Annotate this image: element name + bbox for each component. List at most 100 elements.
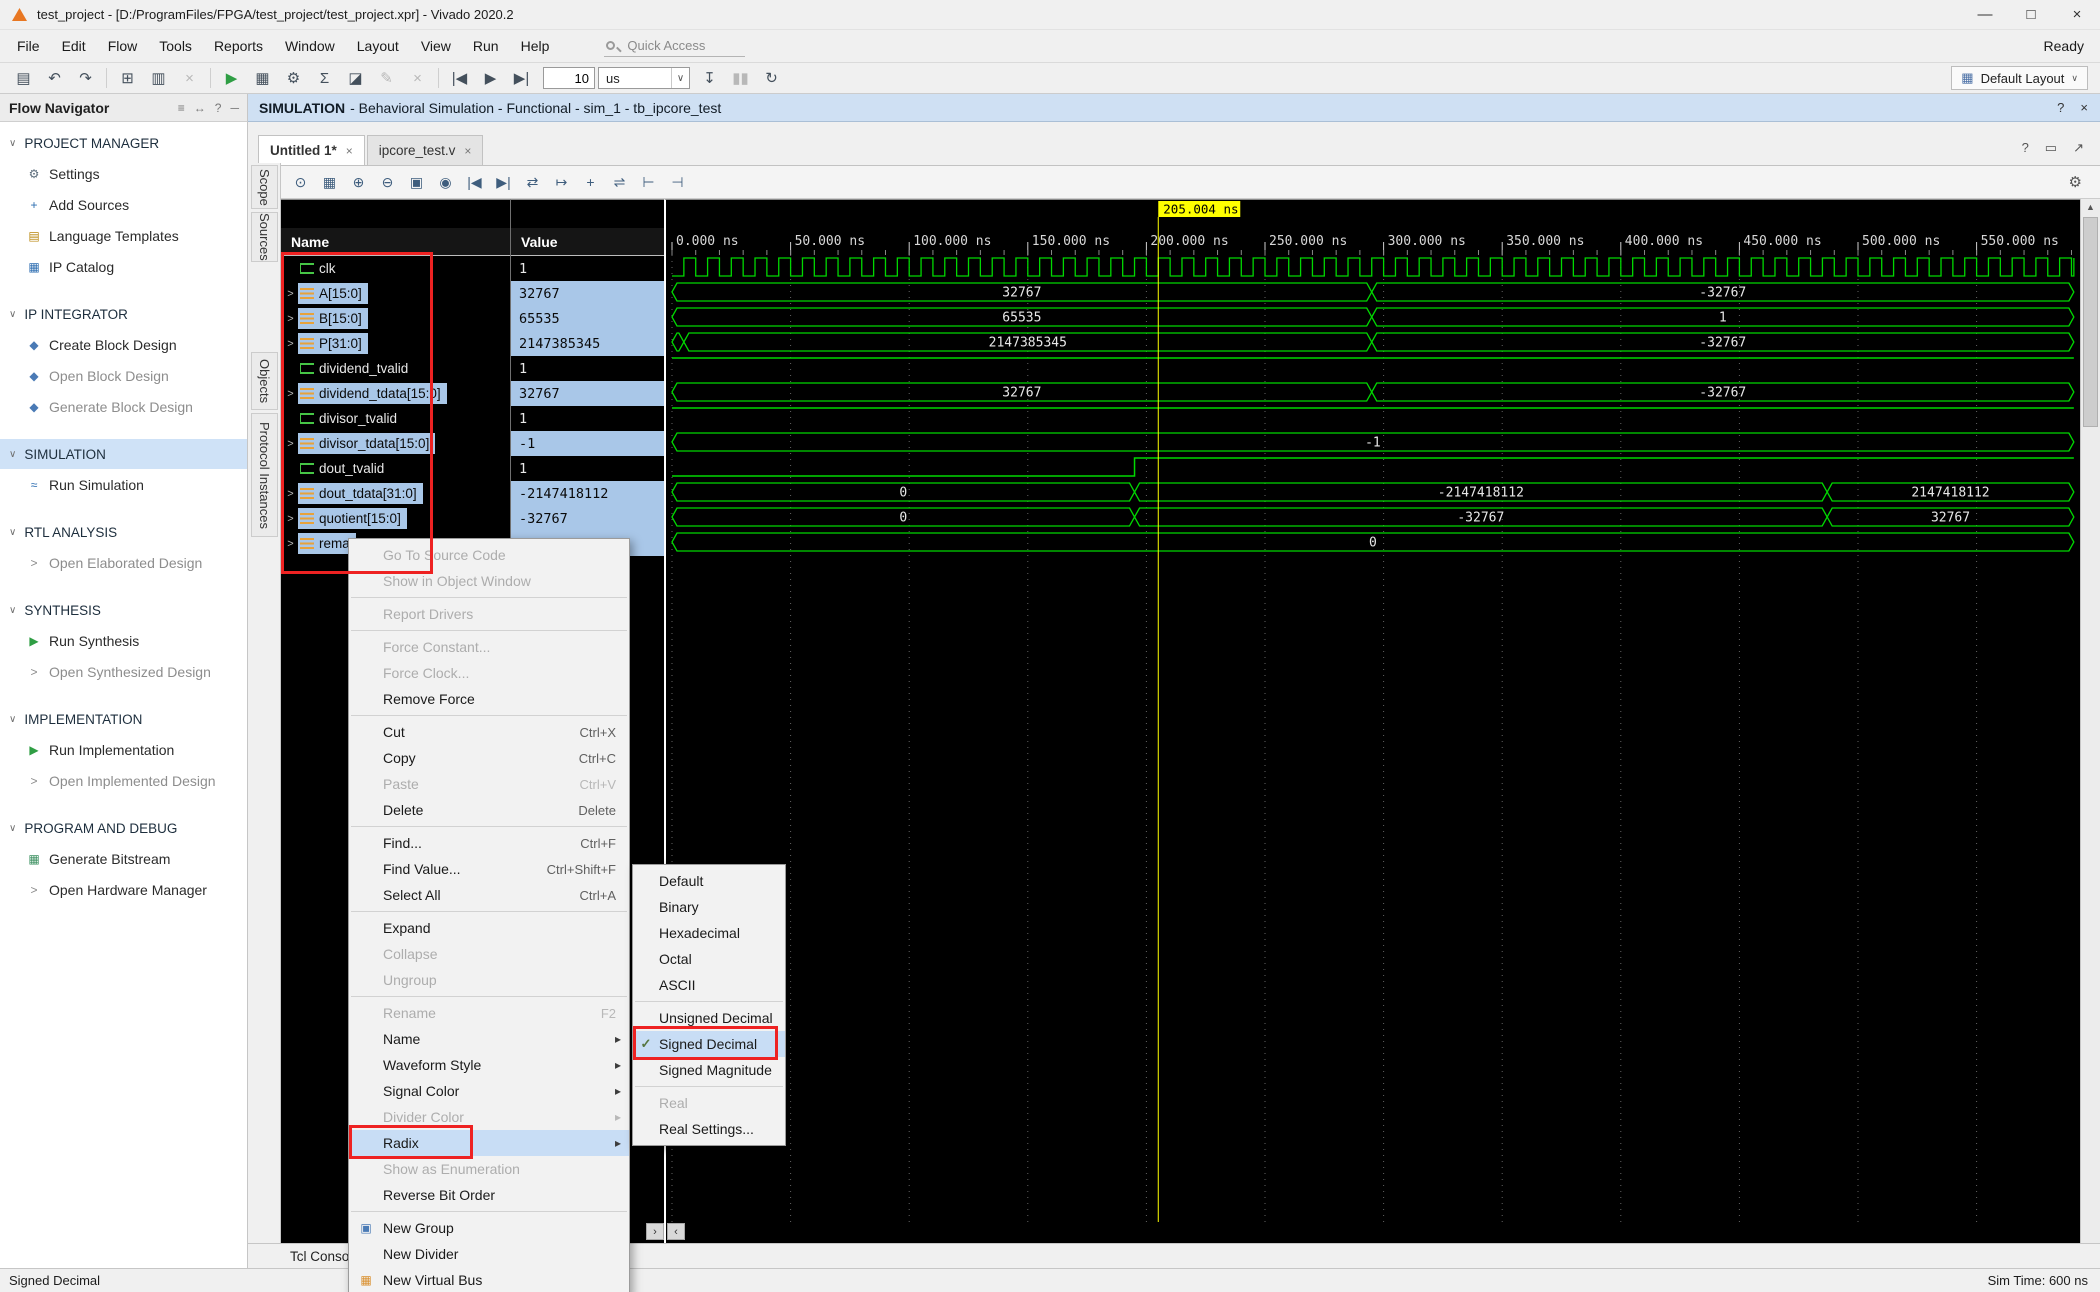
menu-item-default[interactable]: Default (633, 868, 785, 894)
simulation-time-input[interactable] (543, 67, 595, 89)
collapse-icon[interactable]: ∨ (9, 138, 16, 149)
time-unit-select[interactable]: us ∨ (598, 67, 690, 89)
signal-name-cell[interactable]: P[31:0] (298, 333, 368, 354)
menu-flow[interactable]: Flow (97, 34, 149, 58)
swap-cursors-icon[interactable]: ⇄ (518, 170, 547, 194)
menu-item-new-group[interactable]: ▣New Group (349, 1215, 629, 1241)
scroll-right-icon[interactable]: › (646, 1223, 664, 1240)
flow-item-run-implementation[interactable]: ▶Run Implementation (0, 734, 247, 765)
restart-icon[interactable]: |◀ (444, 65, 475, 91)
settings-icon[interactable]: ⚙ (278, 65, 309, 91)
flow-section-rtl-analysis[interactable]: ∨RTL ANALYSIS (0, 517, 247, 547)
menu-item-waveform-style[interactable]: Waveform Style▸ (349, 1052, 629, 1078)
menu-help[interactable]: Help (510, 34, 561, 58)
signal-name-cell[interactable]: dividend_tdata[15:0] (298, 383, 447, 404)
signal-value-quotient-15-0[interactable]: -32767 (511, 506, 664, 531)
layout-windows-icon[interactable]: ▦ (247, 65, 278, 91)
vertical-scrollbar[interactable]: ▲ (2080, 199, 2100, 1243)
menu-file[interactable]: File (6, 34, 51, 58)
signal-value-dividend-tdata-15-0[interactable]: 32767 (511, 381, 664, 406)
flow-section-simulation[interactable]: ∨SIMULATION (0, 439, 247, 469)
waveform-canvas[interactable]: 0.000 ns50.000 ns100.000 ns150.000 ns200… (666, 200, 2080, 1243)
redo-icon[interactable]: ↷ (70, 65, 101, 91)
layout-select[interactable]: ▦ Default Layout ∨ (1951, 66, 2088, 90)
signal-row-clk[interactable]: clk (281, 256, 510, 281)
signal-value-dividend-tvalid[interactable]: 1 (511, 356, 664, 381)
minimize-button[interactable]: — (1962, 0, 2008, 30)
menu-item-hexadecimal[interactable]: Hexadecimal (633, 920, 785, 946)
collapse-icon[interactable]: ∨ (9, 309, 16, 320)
run-for-time-icon[interactable]: ↧ (694, 65, 725, 91)
signal-value-divisor-tvalid[interactable]: 1 (511, 406, 664, 431)
sum-icon[interactable]: Σ (309, 65, 340, 91)
flow-item-add-sources[interactable]: +Add Sources (0, 189, 247, 220)
collapse-icon[interactable]: ∨ (9, 605, 16, 616)
flow-item-language-templates[interactable]: ▤Language Templates (0, 220, 247, 251)
resize-icon[interactable]: ↔ (194, 101, 206, 115)
menu-item-remove-force[interactable]: Remove Force (349, 686, 629, 712)
collapse-icon[interactable]: ∨ (9, 449, 16, 460)
help-icon[interactable]: ? (2057, 100, 2064, 115)
close-button[interactable]: × (2054, 0, 2100, 30)
signal-row-p-31-0[interactable]: >P[31:0] (281, 331, 510, 356)
flow-item-open-hardware-manager[interactable]: >Open Hardware Manager (0, 874, 247, 905)
maximize-icon[interactable]: ↗ (2073, 140, 2084, 156)
signal-value-dout-tvalid[interactable]: 1 (511, 456, 664, 481)
signal-name-cell[interactable]: A[15:0] (298, 283, 368, 304)
flow-section-program-and-debug[interactable]: ∨PROGRAM AND DEBUG (0, 813, 247, 843)
menu-item-binary[interactable]: Binary (633, 894, 785, 920)
signal-row-a-15-0[interactable]: >A[15:0] (281, 281, 510, 306)
undo-icon[interactable]: ↶ (39, 65, 70, 91)
swap-markers-icon[interactable]: ⇌ (605, 170, 634, 194)
next-transition-icon[interactable]: ▶| (489, 170, 518, 194)
menu-item-cut[interactable]: CutCtrl+X (349, 719, 629, 745)
expand-icon[interactable]: > (283, 338, 298, 350)
flow-item-open-block-design[interactable]: ◆Open Block Design (0, 360, 247, 391)
signal-row-b-15-0[interactable]: >B[15:0] (281, 306, 510, 331)
signal-value-divisor-tdata-15-0[interactable]: -1 (511, 431, 664, 456)
flow-section-synthesis[interactable]: ∨SYNTHESIS (0, 595, 247, 625)
dock-window-icon[interactable]: ⊣ (663, 170, 692, 194)
menu-item-find[interactable]: Find...Ctrl+F (349, 830, 629, 856)
signal-value-b-15-0[interactable]: 65535 (511, 306, 664, 331)
expand-icon[interactable]: > (283, 438, 298, 450)
menu-item-signal-color[interactable]: Signal Color▸ (349, 1078, 629, 1104)
flow-item-run-simulation[interactable]: ≈Run Simulation (0, 469, 247, 500)
close-icon[interactable]: × (464, 144, 471, 158)
expand-icon[interactable]: > (283, 388, 298, 400)
zoom-in-icon[interactable]: ⊕ (344, 170, 373, 194)
collapse-icon[interactable]: ∨ (9, 527, 16, 538)
menu-item-name[interactable]: Name▸ (349, 1026, 629, 1052)
scroll-left-icon[interactable]: ‹ (667, 1223, 685, 1240)
flow-item-open-elaborated-design[interactable]: >Open Elaborated Design (0, 547, 247, 578)
menu-item-signed-decimal[interactable]: ✓Signed Decimal (633, 1031, 785, 1057)
menu-item-real-settings[interactable]: Real Settings... (633, 1116, 785, 1142)
menu-layout[interactable]: Layout (346, 34, 410, 58)
flow-section-implementation[interactable]: ∨IMPLEMENTATION (0, 704, 247, 734)
signal-name-cell[interactable]: dividend_tvalid (298, 358, 414, 379)
menu-item-unsigned-decimal[interactable]: Unsigned Decimal (633, 1005, 785, 1031)
new-window-icon[interactable]: ▤ (8, 65, 39, 91)
side-tab-scope[interactable]: Scope (251, 165, 278, 209)
tab-ipcore-test-v[interactable]: ipcore_test.v× (367, 135, 484, 165)
paste-icon[interactable]: ▥ (143, 65, 174, 91)
menu-item-octal[interactable]: Octal (633, 946, 785, 972)
menu-run[interactable]: Run (462, 34, 510, 58)
float-icon[interactable]: ▭ (2045, 140, 2057, 156)
copy-icon[interactable]: ⊞ (112, 65, 143, 91)
find-icon[interactable]: ⊙ (286, 170, 315, 194)
flow-item-open-implemented-design[interactable]: >Open Implemented Design (0, 765, 247, 796)
run-all-icon[interactable]: ▶ (475, 65, 506, 91)
expand-icon[interactable]: > (283, 313, 298, 325)
expand-icon[interactable]: > (283, 488, 298, 500)
flow-item-generate-block-design[interactable]: ◆Generate Block Design (0, 391, 247, 422)
collapse-icon[interactable]: ∨ (9, 823, 16, 834)
menu-item-copy[interactable]: CopyCtrl+C (349, 745, 629, 771)
menu-item-new-divider[interactable]: New Divider (349, 1241, 629, 1267)
menu-tools[interactable]: Tools (148, 34, 203, 58)
signal-value-a-15-0[interactable]: 32767 (511, 281, 664, 306)
flow-item-open-synthesized-design[interactable]: >Open Synthesized Design (0, 656, 247, 687)
signal-row-divisor-tvalid[interactable]: divisor_tvalid (281, 406, 510, 431)
help-icon[interactable]: ? (2022, 140, 2029, 156)
flow-item-create-block-design[interactable]: ◆Create Block Design (0, 329, 247, 360)
